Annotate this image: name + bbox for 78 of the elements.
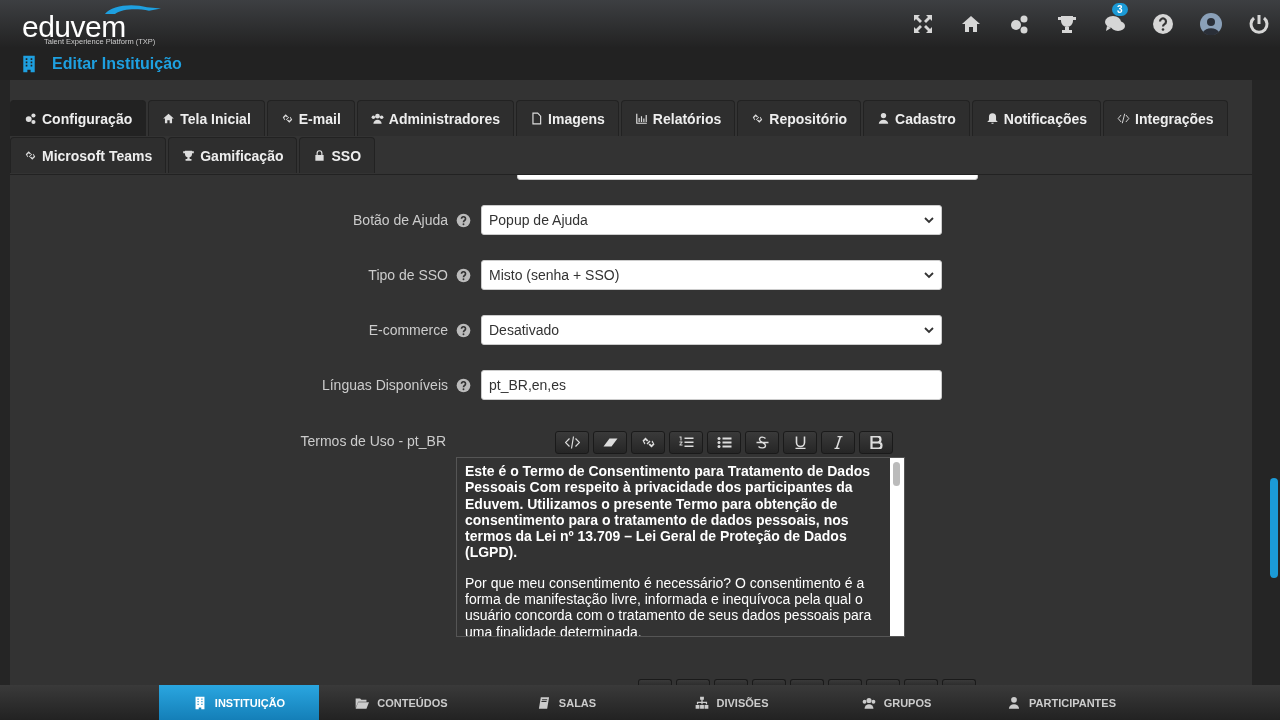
chevron-down-icon	[924, 271, 934, 279]
field-label: Tipo de SSO	[368, 267, 448, 283]
tab[interactable]: E-mail	[266, 100, 355, 136]
logo: eduvem	[22, 15, 126, 38]
power-icon[interactable]	[1248, 13, 1270, 35]
tab[interactable]: Cadastro	[863, 100, 970, 136]
nav-item[interactable]: GRUPOS	[814, 685, 979, 720]
building-icon	[20, 55, 38, 73]
code-view-icon	[564, 436, 580, 449]
field-label: E-commerce	[368, 322, 448, 338]
book-icon	[536, 695, 551, 710]
tab[interactable]: Gamificação	[168, 137, 298, 173]
help-icon[interactable]	[1152, 13, 1174, 35]
toolbar-button[interactable]	[783, 431, 817, 454]
tab[interactable]: Relatórios	[620, 100, 736, 136]
bulleted-list-icon	[716, 436, 732, 449]
numbered-list-icon	[678, 436, 694, 449]
select-field[interactable]: Misto (senha + SSO)	[481, 260, 942, 290]
toolbar-button[interactable]	[745, 431, 779, 454]
toolbar-button[interactable]	[555, 431, 589, 454]
nav-item[interactable]: CONTEÚDOS	[319, 685, 484, 720]
sitemap-icon	[694, 695, 709, 710]
tab[interactable]: Microsoft Teams	[10, 137, 167, 173]
select-field[interactable]: Popup de Ajuda	[481, 205, 942, 235]
home-icon	[162, 112, 176, 125]
code-icon	[1117, 112, 1131, 125]
toolbar-button[interactable]	[821, 431, 855, 454]
bell-icon	[985, 112, 999, 125]
users-icon	[370, 112, 384, 125]
user-icon	[877, 112, 891, 125]
wave-icon	[103, 3, 164, 15]
nav-item[interactable]: SALAS	[484, 685, 649, 720]
paragraph: Este é o Termo de Consentimento para Tratamento de Dados Pessoais Com respeito à privacidade dos participantes da Eduvem. Utilizamos o presente Termo para obtenção de consentimento para o tratamento de dados pessoais, nos termos da Lei nº 13.709 – Lei Geral de Proteção de Dados (LGPD).	[465, 463, 872, 561]
select-field[interactable]: Desativado	[481, 315, 942, 345]
users-icon	[861, 695, 876, 710]
scrollbar-thumb[interactable]	[893, 462, 900, 486]
eraser-icon	[602, 436, 618, 449]
tab[interactable]: Notificações	[971, 100, 1102, 136]
notification-badge: 3	[1112, 3, 1128, 16]
lock-icon	[313, 149, 327, 162]
file-icon	[530, 112, 544, 125]
field-label: Termos de Uso - pt_BR	[300, 433, 446, 449]
tab[interactable]: Administradores	[356, 100, 515, 136]
tab[interactable]: Configuração	[10, 100, 147, 136]
tab[interactable]: Tela Inicial	[148, 100, 265, 136]
user-icon	[1007, 695, 1021, 710]
help-icon[interactable]	[456, 322, 471, 338]
tab[interactable]: Integrações	[1103, 100, 1228, 136]
strikethrough-icon	[754, 436, 770, 449]
field-label: Línguas Disponíveis	[321, 377, 448, 393]
trophy-icon[interactable]	[1056, 13, 1078, 35]
toolbar-button[interactable]	[669, 431, 703, 454]
help-icon[interactable]	[456, 267, 471, 283]
toolbar-button[interactable]	[707, 431, 741, 454]
help-icon[interactable]	[456, 212, 471, 228]
paragraph: Por que meu consentimento é necessário? O consentimento é a forma de manifestação livre, informada e inequívoca pela qual o usuário concorda com o tratamento de seus dados pessoais para uma finalidade determinada.	[465, 574, 873, 636]
input-field[interactable]: pt_BR,en,es	[481, 370, 942, 400]
field-label: Botão de Ajuda	[353, 212, 448, 228]
toolbar-button[interactable]	[631, 431, 665, 454]
toolbar-button[interactable]	[593, 431, 627, 454]
bold-icon	[868, 436, 884, 449]
help-icon[interactable]	[456, 377, 471, 393]
page-title: Editar Instituição	[52, 55, 182, 73]
scrollbar-thumb[interactable]	[1270, 478, 1278, 578]
tab[interactable]: Repositório	[737, 100, 862, 136]
chevron-down-icon	[924, 326, 934, 334]
nav-item[interactable]: DIVISÕES	[649, 685, 814, 720]
bar-chart-icon	[634, 112, 648, 125]
nav-item[interactable]: PARTICIPANTES	[979, 685, 1144, 720]
expand-icon[interactable]	[912, 13, 934, 35]
trophy-icon	[182, 149, 196, 162]
tab[interactable]: Imagens	[516, 100, 619, 136]
chevron-down-icon	[924, 216, 934, 224]
tab[interactable]: SSO	[299, 137, 376, 173]
toolbar-button[interactable]	[859, 431, 893, 454]
avatar[interactable]	[1200, 13, 1222, 35]
text-editor[interactable]	[456, 457, 905, 637]
home-icon[interactable]	[960, 13, 982, 35]
